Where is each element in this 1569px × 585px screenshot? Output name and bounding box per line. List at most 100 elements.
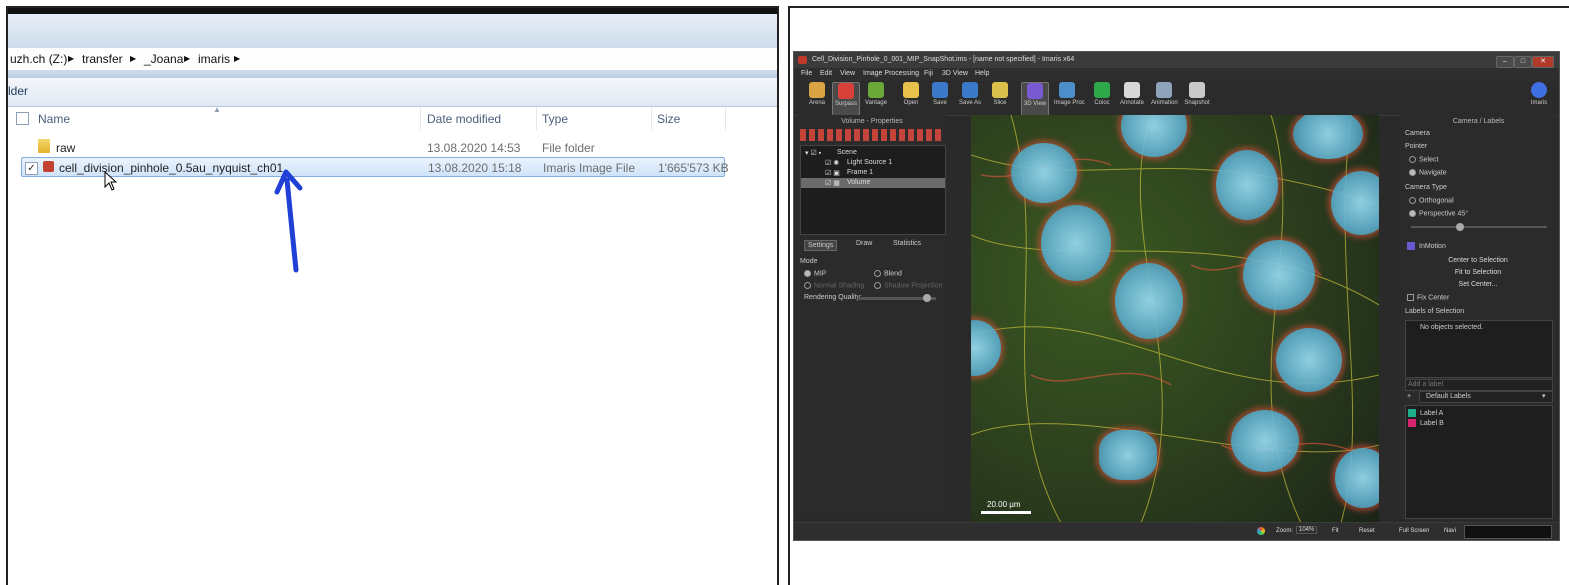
status-progress-area bbox=[1464, 525, 1552, 539]
breadcrumb-joana[interactable]: _Joana bbox=[144, 52, 183, 66]
inmotion-toggle[interactable]: InMotion bbox=[1407, 242, 1446, 250]
fix-center-checkbox[interactable]: Fix Center bbox=[1407, 294, 1449, 301]
chevron-down-icon: ▾ bbox=[1542, 393, 1546, 400]
file-name[interactable]: raw bbox=[56, 141, 75, 155]
chevron-right-icon[interactable]: ▶ bbox=[68, 54, 74, 63]
column-divider[interactable] bbox=[536, 108, 537, 130]
zoom-label: Zoom: bbox=[1276, 528, 1294, 534]
tree-item-volume[interactable]: ☑ ▦ Volume bbox=[801, 178, 945, 188]
arena-button[interactable]: Arena bbox=[804, 82, 830, 114]
file-explorer-window: uzh.ch (Z:) ▶ transfer ▶ _Joana ▶ imaris… bbox=[6, 6, 779, 585]
breadcrumb-transfer[interactable]: transfer bbox=[82, 52, 123, 66]
column-divider[interactable] bbox=[420, 108, 421, 130]
minimize-button[interactable]: – bbox=[1496, 56, 1514, 68]
mode-blend-radio[interactable]: Blend bbox=[874, 270, 902, 277]
properties-panel: Volume - Properties ▾ ☑ ▪ Scene ☑ ✺ Light… bbox=[798, 115, 946, 515]
coloc-button[interactable]: Coloc bbox=[1089, 82, 1115, 114]
tree-item-light-source[interactable]: ☑ ✺ Light Source 1 bbox=[801, 158, 945, 168]
full-screen-button[interactable]: Full Screen bbox=[1399, 528, 1429, 534]
save-button[interactable]: Save bbox=[927, 82, 953, 114]
panel-title: Volume - Properties bbox=[841, 118, 903, 125]
menu-view[interactable]: View bbox=[840, 70, 855, 77]
mode-mip-radio[interactable]: MIP bbox=[804, 270, 826, 277]
surpass-button[interactable]: Surpass bbox=[832, 82, 860, 116]
tree-item-frame[interactable]: ☑ ▣ Frame 1 bbox=[801, 168, 945, 178]
slice-button[interactable]: Slice bbox=[987, 82, 1013, 114]
fit-button[interactable]: Fit bbox=[1332, 528, 1339, 534]
reset-button[interactable]: Reset bbox=[1359, 528, 1375, 534]
object-toolbar[interactable] bbox=[800, 129, 944, 141]
menu-image-processing[interactable]: Image Processing bbox=[863, 70, 919, 77]
color-wheel-icon[interactable] bbox=[1257, 527, 1265, 535]
close-button[interactable]: ✕ bbox=[1532, 56, 1554, 68]
tab-draw[interactable]: Draw bbox=[856, 240, 872, 247]
breadcrumb-drive[interactable]: uzh.ch (Z:) bbox=[10, 52, 67, 66]
camera-orthogonal-radio[interactable]: Orthogonal bbox=[1409, 197, 1454, 204]
selected-labels-box: No objects selected. bbox=[1405, 320, 1553, 378]
menu-edit[interactable]: Edit bbox=[820, 70, 832, 77]
column-divider[interactable] bbox=[725, 108, 726, 130]
camera-perspective-radio[interactable]: Perspective 45° bbox=[1409, 210, 1468, 217]
menu-3d-view[interactable]: 3D View bbox=[942, 70, 968, 77]
animation-button[interactable]: Animation bbox=[1151, 82, 1178, 114]
menu-file[interactable]: File bbox=[801, 70, 812, 77]
add-label-input[interactable]: Add a label bbox=[1405, 379, 1553, 391]
imaris-logo-button[interactable]: Imaris bbox=[1526, 82, 1552, 114]
default-labels-dropdown[interactable]: Default Labels ▾ bbox=[1419, 391, 1553, 403]
breadcrumb-imaris[interactable]: imaris bbox=[198, 52, 230, 66]
column-size[interactable]: Size bbox=[657, 112, 680, 126]
mode-normal-shading-radio[interactable]: Normal Shading bbox=[804, 282, 864, 289]
row-checkbox[interactable]: ✓ bbox=[25, 162, 38, 175]
set-center-button[interactable]: Set Center... bbox=[1405, 279, 1551, 290]
center-to-selection-button[interactable]: Center to Selection bbox=[1405, 255, 1551, 266]
chevron-right-icon[interactable]: ▶ bbox=[234, 54, 240, 63]
column-date-modified[interactable]: Date modified bbox=[427, 112, 501, 126]
navi-button[interactable]: Navi bbox=[1444, 528, 1456, 534]
chevron-right-icon[interactable]: ▶ bbox=[130, 54, 136, 63]
chevron-right-icon[interactable]: ▶ bbox=[184, 54, 190, 63]
menu-bar: File Edit View Image Processing Fiji 3D … bbox=[794, 68, 1559, 81]
fit-to-selection-button[interactable]: Fit to Selection bbox=[1405, 267, 1551, 278]
open-button[interactable]: Open bbox=[898, 82, 924, 114]
label-item-a[interactable]: Label A bbox=[1408, 409, 1443, 417]
tab-settings[interactable]: Settings bbox=[804, 240, 838, 251]
save-as-button[interactable]: Save As bbox=[957, 82, 983, 114]
tab-statistics[interactable]: Statistics bbox=[893, 240, 921, 247]
zoom-value-field[interactable]: 104% bbox=[1296, 526, 1318, 534]
file-row[interactable]: raw 13.08.2020 14:53 File folder bbox=[8, 138, 777, 158]
3d-viewer[interactable]: 20.00 µm bbox=[971, 115, 1379, 523]
3d-view-button[interactable]: 3D View bbox=[1021, 82, 1049, 116]
snapshot-button[interactable]: Snapshot bbox=[1184, 82, 1210, 114]
pointer-select-radio[interactable]: Select bbox=[1409, 156, 1438, 163]
slider-handle[interactable] bbox=[1456, 223, 1464, 231]
select-all-checkbox[interactable] bbox=[16, 112, 29, 125]
add-label-plus-icon[interactable]: + bbox=[1407, 393, 1411, 400]
tree-item-scene[interactable]: ▾ ☑ ▪ Scene bbox=[801, 148, 945, 158]
address-bar[interactable]: uzh.ch (Z:) ▶ transfer ▶ _Joana ▶ imaris… bbox=[8, 48, 777, 71]
annotate-button[interactable]: Annotate bbox=[1119, 82, 1145, 114]
label-item-b[interactable]: Label B bbox=[1408, 419, 1444, 427]
nucleus bbox=[1231, 410, 1299, 472]
mode-shadow-projection-radio[interactable]: Shadow Projection bbox=[874, 282, 942, 289]
column-type[interactable]: Type bbox=[542, 112, 568, 126]
scene-tree: ▾ ☑ ▪ Scene ☑ ✺ Light Source 1 ☑ ▣ Frame 1… bbox=[800, 145, 946, 235]
file-date: 13.08.2020 15:18 bbox=[428, 161, 522, 175]
menu-fiji[interactable]: Fiji bbox=[924, 70, 933, 77]
file-row-selected[interactable]: ✓ cell_division_pinhole_0.5au_nyquist_ch… bbox=[21, 157, 729, 177]
column-divider[interactable] bbox=[651, 108, 652, 130]
perspective-slider[interactable] bbox=[1411, 226, 1547, 228]
new-folder-button[interactable]: lder bbox=[8, 84, 28, 98]
nucleus bbox=[1276, 328, 1342, 392]
menu-help[interactable]: Help bbox=[975, 70, 989, 77]
vantage-button[interactable]: Vantage bbox=[863, 82, 889, 114]
file-name[interactable]: cell_division_pinhole_0.5au_nyquist_ch01 bbox=[59, 161, 283, 175]
label-list: Label A Label B bbox=[1405, 405, 1553, 519]
column-name[interactable]: Name bbox=[38, 112, 70, 126]
slider-handle[interactable] bbox=[923, 294, 931, 302]
image-proc-button[interactable]: Image Proc bbox=[1054, 82, 1085, 114]
maximize-button[interactable]: □ bbox=[1514, 56, 1532, 68]
pointer-navigate-radio[interactable]: Navigate bbox=[1409, 169, 1447, 176]
mode-label: Mode bbox=[800, 258, 818, 265]
nucleus bbox=[1011, 143, 1077, 203]
annotation-arrow-icon bbox=[274, 169, 303, 273]
